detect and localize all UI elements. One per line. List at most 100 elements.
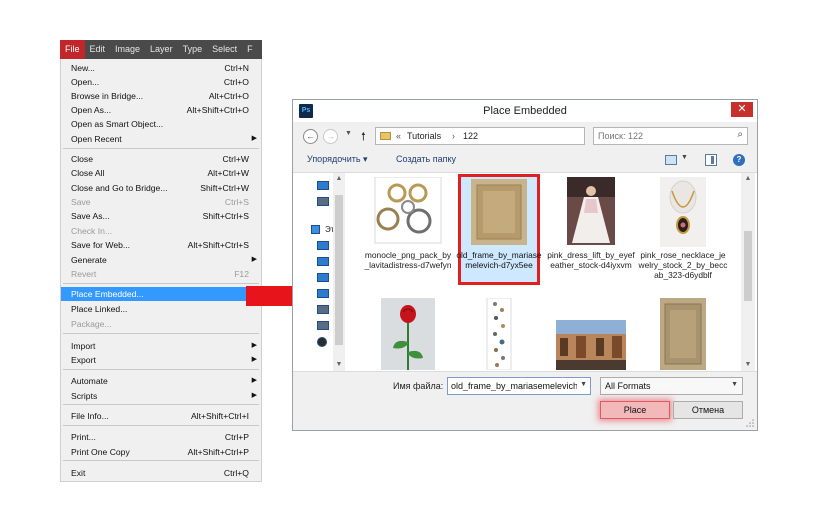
close-button[interactable]: ✕	[731, 102, 753, 117]
menu-item-export[interactable]: Export ▶	[61, 353, 261, 367]
computer-icon[interactable]	[317, 197, 329, 206]
file-name: pink_dress_lift_by_eyefeather_stock-d4iy…	[547, 250, 635, 270]
file-list-scroll-thumb[interactable]	[744, 231, 752, 301]
file-list-scrollbar[interactable]: ▲ ▼	[741, 173, 755, 371]
scroll-up-arrow-icon[interactable]: ▲	[333, 175, 345, 182]
filename-field[interactable]: ▼	[447, 377, 591, 395]
file-browser: Эт ▲ ▼ monocle_png_pack_by_lavitadistres…	[293, 172, 757, 372]
menu-item-save-for-web[interactable]: Save for Web... Alt+Shift+Ctrl+S	[61, 238, 261, 252]
submenu-arrow-icon: ▶	[251, 342, 257, 349]
path-breadcrumb[interactable]: « Tutorials › 122 ▼ ↻	[375, 127, 660, 145]
menu-item-shortcut: Alt+Ctrl+O	[208, 91, 249, 101]
cancel-button[interactable]: Отмена	[673, 401, 743, 419]
menu-item-open-recent[interactable]: Open Recent ▶	[61, 132, 261, 146]
menu-item-save-as[interactable]: Save As... Shift+Ctrl+S	[61, 209, 261, 223]
menu-item-shortcut: Ctrl+O	[223, 77, 249, 87]
preview-pane-icon[interactable]	[705, 154, 717, 166]
menu-edit[interactable]: Edit	[85, 40, 111, 59]
menu-item-close-go-bridge[interactable]: Close and Go to Bridge... Shift+Ctrl+W	[61, 181, 261, 195]
menu-filter-partial[interactable]: F	[242, 40, 258, 59]
menu-item-exit[interactable]: Exit Ctrl+Q	[61, 466, 261, 480]
help-icon[interactable]: ?	[733, 154, 745, 166]
file-type-value: All Formats	[605, 381, 651, 391]
menu-item-place-linked[interactable]: Place Linked...	[61, 302, 261, 316]
menu-layer[interactable]: Layer	[145, 40, 178, 59]
menu-item-label: Place Linked...	[71, 304, 128, 314]
menu-item-revert[interactable]: Revert F12	[61, 267, 261, 281]
folder-blue-icon[interactable]	[317, 241, 329, 250]
view-options-chevron-icon[interactable]: ▼	[681, 154, 688, 161]
monocle-thumbnail	[374, 177, 442, 244]
submenu-arrow-icon: ▶	[251, 392, 257, 399]
menu-item-generate[interactable]: Generate ▶	[61, 253, 261, 267]
menu-item-new[interactable]: New... Ctrl+N	[61, 61, 261, 75]
menu-file[interactable]: File	[60, 40, 85, 59]
photoshop-file-menu: File Edit Image Layer Type Select F New.…	[60, 40, 262, 482]
breadcrumb-overflow[interactable]: «	[396, 128, 401, 144]
menu-type[interactable]: Type	[178, 40, 208, 59]
menu-item-label: Scripts	[71, 391, 98, 401]
breadcrumb-122[interactable]: 122	[463, 128, 478, 144]
this-pc-icon[interactable]	[311, 225, 320, 234]
drive-icon[interactable]	[317, 305, 329, 314]
menu-item-scripts[interactable]: Scripts ▶	[61, 389, 261, 403]
resize-grip-icon[interactable]	[746, 419, 754, 427]
menu-item-open-smart-object[interactable]: Open as Smart Object...	[61, 117, 261, 131]
menu-select[interactable]: Select	[207, 40, 242, 59]
old-frame-thumbnail	[471, 179, 527, 245]
submenu-arrow-icon: ▶	[251, 377, 257, 384]
menu-item-save[interactable]: Save Ctrl+S	[61, 195, 261, 209]
menu-item-print-one-copy[interactable]: Print One Copy Alt+Shift+Ctrl+P	[61, 445, 261, 459]
breadcrumb-tutorials[interactable]: Tutorials	[407, 128, 441, 144]
menu-item-label: Browse in Bridge...	[71, 91, 144, 101]
scroll-up-arrow-icon[interactable]: ▲	[742, 175, 754, 182]
menu-item-label: Print One Copy	[71, 447, 130, 457]
folder-blue-icon[interactable]	[317, 257, 329, 266]
change-view-icon[interactable]	[665, 155, 677, 165]
folder-icon	[380, 132, 391, 140]
menu-item-print[interactable]: Print... Ctrl+P	[61, 430, 261, 444]
nav-scrollbar[interactable]: ▲ ▼	[333, 173, 345, 371]
breadcrumb-separator-icon: ›	[452, 131, 455, 141]
drive-icon[interactable]	[317, 321, 329, 330]
menu-item-automate[interactable]: Automate ▶	[61, 374, 261, 388]
menu-item-shortcut: Shift+Ctrl+S	[202, 211, 249, 221]
menu-item-open[interactable]: Open... Ctrl+O	[61, 75, 261, 89]
scroll-down-arrow-icon[interactable]: ▼	[742, 361, 754, 368]
up-folder-icon[interactable]: 🠕	[361, 128, 366, 147]
dialog-titlebar[interactable]: Ps Place Embedded ✕	[293, 100, 757, 122]
folder-blue-icon[interactable]	[317, 289, 329, 298]
network-drive-icon[interactable]	[317, 337, 327, 347]
menu-item-browse-in-bridge[interactable]: Browse in Bridge... Alt+Ctrl+O	[61, 89, 261, 103]
menu-item-label: Close and Go to Bridge...	[71, 183, 168, 193]
folder-blue-icon[interactable]	[317, 273, 329, 282]
back-arrow-icon[interactable]: ←	[303, 129, 318, 144]
menu-item-open-as[interactable]: Open As... Alt+Shift+Ctrl+O	[61, 103, 261, 117]
organize-button[interactable]: Упорядочить ▾	[307, 154, 368, 165]
menu-item-package[interactable]: Package...	[61, 317, 261, 331]
search-field[interactable]: ⌕	[593, 127, 748, 145]
filename-dropdown-chevron-icon[interactable]: ▼	[580, 381, 587, 388]
recent-locations-chevron-icon[interactable]: ▼	[345, 130, 352, 137]
scroll-down-arrow-icon[interactable]: ▼	[333, 361, 345, 368]
menu-item-place-embedded[interactable]: Place Embedded...	[61, 287, 261, 301]
menu-item-file-info[interactable]: File Info... Alt+Shift+Ctrl+I	[61, 409, 261, 423]
menu-item-label: Close All	[71, 168, 105, 178]
menu-item-check-in[interactable]: Check In...	[61, 224, 261, 238]
place-button[interactable]: Place	[600, 401, 670, 419]
forward-arrow-icon[interactable]: →	[323, 129, 338, 144]
menu-item-import[interactable]: Import ▶	[61, 339, 261, 353]
search-input[interactable]	[598, 130, 726, 142]
nav-scroll-thumb[interactable]	[335, 195, 343, 345]
menu-item-shortcut: Ctrl+W	[222, 154, 250, 164]
file-type-select[interactable]: All Formats ▼	[600, 377, 743, 395]
menu-image[interactable]: Image	[110, 40, 145, 59]
library-icon[interactable]	[317, 181, 329, 190]
menu-item-close[interactable]: Close Ctrl+W	[61, 152, 261, 166]
menu-item-close-all[interactable]: Close All Alt+Ctrl+W	[61, 166, 261, 180]
menu-item-label: Exit	[71, 468, 86, 478]
menu-item-label: Save As...	[71, 211, 110, 221]
new-folder-button[interactable]: Создать папку	[396, 154, 456, 164]
file-name: monocle_png_pack_by_lavitadistress-d7wef…	[364, 250, 452, 270]
filename-input[interactable]	[451, 380, 577, 392]
